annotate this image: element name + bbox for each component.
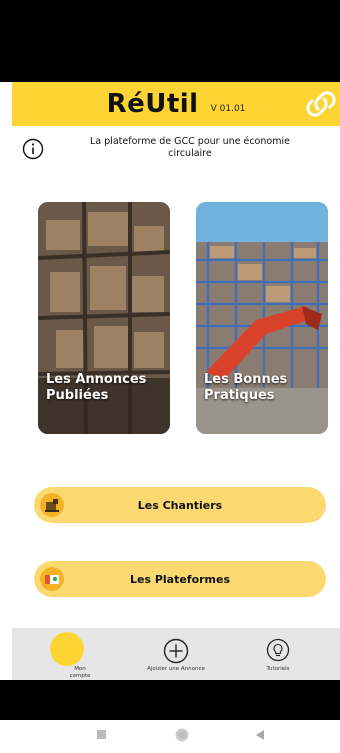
- card-annonces-label: Les Annonces Publiées: [46, 372, 146, 404]
- plateformes-label: Les Plateformes: [129, 572, 231, 586]
- card-bonnes-label-line2: Pratiques: [204, 388, 275, 403]
- info-icon[interactable]: [22, 138, 44, 160]
- avatar[interactable]: [50, 632, 84, 666]
- tab-tutoriels-label: Tutoriels: [266, 666, 290, 672]
- card-annonces-label-line2: Publiées: [46, 388, 109, 403]
- construction-icon: [40, 493, 64, 517]
- tab-ajouter-annonce[interactable]: Ajouter une Annonce: [136, 628, 216, 680]
- lightbulb-icon: [266, 638, 290, 662]
- add-circle-icon: [163, 638, 189, 664]
- tab-ajouter-annonce-label: Ajouter une Annonce: [147, 666, 205, 672]
- home-icon[interactable]: [174, 727, 190, 743]
- tagline: La plateforme de GCC pour une économie c…: [66, 136, 314, 160]
- tagline-line2: circulaire: [168, 148, 212, 159]
- tab-mon-compte-label: Mon compte: [40, 666, 120, 680]
- status-bar: [0, 0, 340, 82]
- platform-icon: [40, 567, 64, 591]
- app-version: V 01.01: [210, 104, 246, 114]
- card-bonnes-pratiques[interactable]: Les Bonnes Pratiques: [196, 202, 328, 434]
- info-row: La plateforme de GCC pour une économie c…: [20, 134, 335, 174]
- system-nav-bar: [0, 720, 340, 753]
- tab-tutoriels[interactable]: Tutoriels: [238, 628, 318, 680]
- tab-mon-compte-label-line2: compte: [69, 673, 91, 679]
- card-bonnes-label-line1: Les Bonnes: [204, 372, 288, 387]
- back-icon[interactable]: [254, 729, 266, 741]
- tagline-line1: La plateforme de GCC pour une économie: [90, 136, 290, 147]
- chantiers-label: Les Chantiers: [137, 498, 223, 512]
- card-bonnes-label: Les Bonnes Pratiques: [204, 372, 287, 404]
- recent-apps-icon[interactable]: [96, 729, 108, 741]
- plateformes-button[interactable]: Les Plateformes: [34, 561, 326, 597]
- app-header: RéUtil V 01.01: [12, 82, 340, 126]
- black-bar: [0, 680, 340, 720]
- app-title: RéUtil: [106, 89, 199, 119]
- link-icon[interactable]: [304, 89, 338, 119]
- card-annonces-label-line1: Les Annonces: [46, 372, 147, 387]
- chantiers-button[interactable]: Les Chantiers: [34, 487, 326, 523]
- tab-mon-compte-label-line1: Mon: [74, 666, 86, 672]
- card-annonces-publiees[interactable]: Les Annonces Publiées: [38, 202, 170, 434]
